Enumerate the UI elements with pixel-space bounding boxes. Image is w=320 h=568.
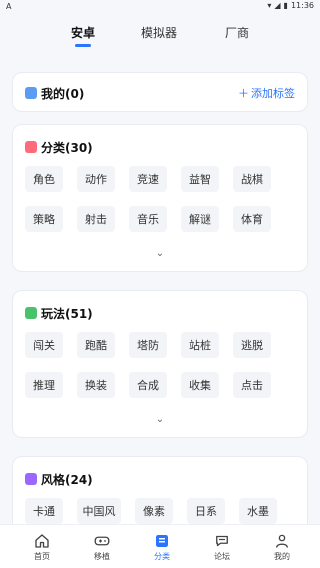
category-icon bbox=[25, 141, 37, 153]
categories-card: 分类(30) 角色 动作 竞速 益智 战棋 策略 射击 音乐 解谜 体育 ⌄ bbox=[12, 124, 308, 272]
bookmark-icon bbox=[25, 87, 37, 99]
tag-sports[interactable]: 体育 bbox=[233, 206, 271, 232]
gameplay-title-text: 玩法(51) bbox=[41, 306, 93, 321]
battery-icon: ▮ bbox=[283, 1, 288, 10]
tag-click[interactable]: 点击 bbox=[233, 372, 271, 398]
nav-port[interactable]: 移植 bbox=[70, 529, 134, 565]
tag-dressup[interactable]: 换装 bbox=[77, 372, 115, 398]
tab-label: 厂商 bbox=[224, 26, 249, 40]
status-indicator: A bbox=[6, 2, 12, 11]
tab-label: 模拟器 bbox=[140, 26, 177, 40]
nav-forum[interactable]: 论坛 bbox=[190, 529, 254, 565]
top-tabs: 安卓 模拟器 厂商 bbox=[0, 14, 320, 54]
nav-port-label: 移植 bbox=[94, 552, 110, 561]
profile-icon bbox=[276, 534, 288, 548]
tag-pixel[interactable]: 像素 bbox=[135, 498, 173, 524]
home-icon bbox=[35, 534, 49, 548]
tab-label: 安卓 bbox=[70, 26, 95, 40]
category-list[interactable]: 我的(0) ＋ 添加标签 分类(30) 角色 动作 竞速 益智 战棋 策略 射击… bbox=[0, 66, 320, 524]
tag-levels[interactable]: 闯关 bbox=[25, 332, 63, 358]
nav-home-label: 首页 bbox=[34, 552, 50, 561]
categories-title: 分类(30) bbox=[25, 139, 93, 155]
palette-icon bbox=[25, 473, 37, 485]
style-card: 风格(24) 卡通 中国风 像素 日系 水墨 bbox=[12, 456, 308, 524]
tag-chinese-style[interactable]: 中国风 bbox=[77, 498, 121, 524]
categories-title-text: 分类(30) bbox=[41, 140, 93, 155]
tag-music[interactable]: 音乐 bbox=[129, 206, 167, 232]
style-title-text: 风格(24) bbox=[41, 472, 93, 487]
plus-icon: ＋ bbox=[238, 87, 249, 100]
mine-card: 我的(0) ＋ 添加标签 bbox=[12, 72, 308, 112]
status-icons: ▾ ◢ ▮ 11:36 bbox=[267, 1, 314, 10]
signal-icon: ◢ bbox=[274, 1, 281, 10]
add-tag-label: 添加标签 bbox=[251, 87, 295, 100]
tag-riddle[interactable]: 解谜 bbox=[181, 206, 219, 232]
tab-android[interactable]: 安卓 bbox=[48, 24, 118, 47]
tab-manufacturer[interactable]: 厂商 bbox=[202, 24, 272, 41]
tag-parkour[interactable]: 跑酷 bbox=[77, 332, 115, 358]
nav-category-label: 分类 bbox=[154, 552, 170, 561]
gamepad-icon bbox=[94, 536, 110, 546]
tag-escape[interactable]: 逃脱 bbox=[233, 332, 271, 358]
tag-deduction[interactable]: 推理 bbox=[25, 372, 63, 398]
chevron-down-icon[interactable]: ⌄ bbox=[155, 249, 165, 259]
active-tab-indicator bbox=[75, 44, 91, 47]
tag-japanese[interactable]: 日系 bbox=[187, 498, 225, 524]
gameplay-card: 玩法(51) 闯关 跑酷 塔防 站桩 逃脱 推理 换装 合成 收集 点击 ⌄ bbox=[12, 290, 308, 438]
wifi-icon: ▾ bbox=[267, 1, 272, 10]
tab-emulator[interactable]: 模拟器 bbox=[124, 24, 194, 41]
status-time: 11:36 bbox=[290, 1, 314, 10]
tag-shooting[interactable]: 射击 bbox=[77, 206, 115, 232]
bottom-nav: 首页 移植 分类 论坛 我的 bbox=[0, 524, 320, 568]
tag-collect[interactable]: 收集 bbox=[181, 372, 219, 398]
tag-racing[interactable]: 竞速 bbox=[129, 166, 167, 192]
nav-category[interactable]: 分类 bbox=[130, 529, 194, 565]
status-bar: A ▾ ◢ ▮ 11:36 bbox=[0, 0, 320, 14]
gameplay-title: 玩法(51) bbox=[25, 305, 93, 321]
controller-icon bbox=[25, 307, 37, 319]
tag-merge[interactable]: 合成 bbox=[129, 372, 167, 398]
category-icon bbox=[156, 535, 168, 547]
tag-stand[interactable]: 站桩 bbox=[181, 332, 219, 358]
nav-profile[interactable]: 我的 bbox=[250, 529, 314, 565]
tag-strategy[interactable]: 策略 bbox=[25, 206, 63, 232]
chat-icon bbox=[216, 535, 228, 547]
mine-title-text: 我的(0) bbox=[41, 86, 85, 101]
add-tag-button[interactable]: ＋ 添加标签 bbox=[238, 85, 295, 101]
mine-title: 我的(0) bbox=[25, 85, 84, 101]
tag-ink[interactable]: 水墨 bbox=[239, 498, 277, 524]
nav-forum-label: 论坛 bbox=[214, 552, 230, 561]
nav-profile-label: 我的 bbox=[274, 552, 290, 561]
chevron-down-icon[interactable]: ⌄ bbox=[155, 415, 165, 425]
tag-puzzle[interactable]: 益智 bbox=[181, 166, 219, 192]
nav-home[interactable]: 首页 bbox=[10, 529, 74, 565]
tag-strategy-chess[interactable]: 战棋 bbox=[233, 166, 271, 192]
tag-role[interactable]: 角色 bbox=[25, 166, 63, 192]
style-title: 风格(24) bbox=[25, 471, 93, 487]
tag-action[interactable]: 动作 bbox=[77, 166, 115, 192]
tag-cartoon[interactable]: 卡通 bbox=[25, 498, 63, 524]
tag-tower-defense[interactable]: 塔防 bbox=[129, 332, 167, 358]
